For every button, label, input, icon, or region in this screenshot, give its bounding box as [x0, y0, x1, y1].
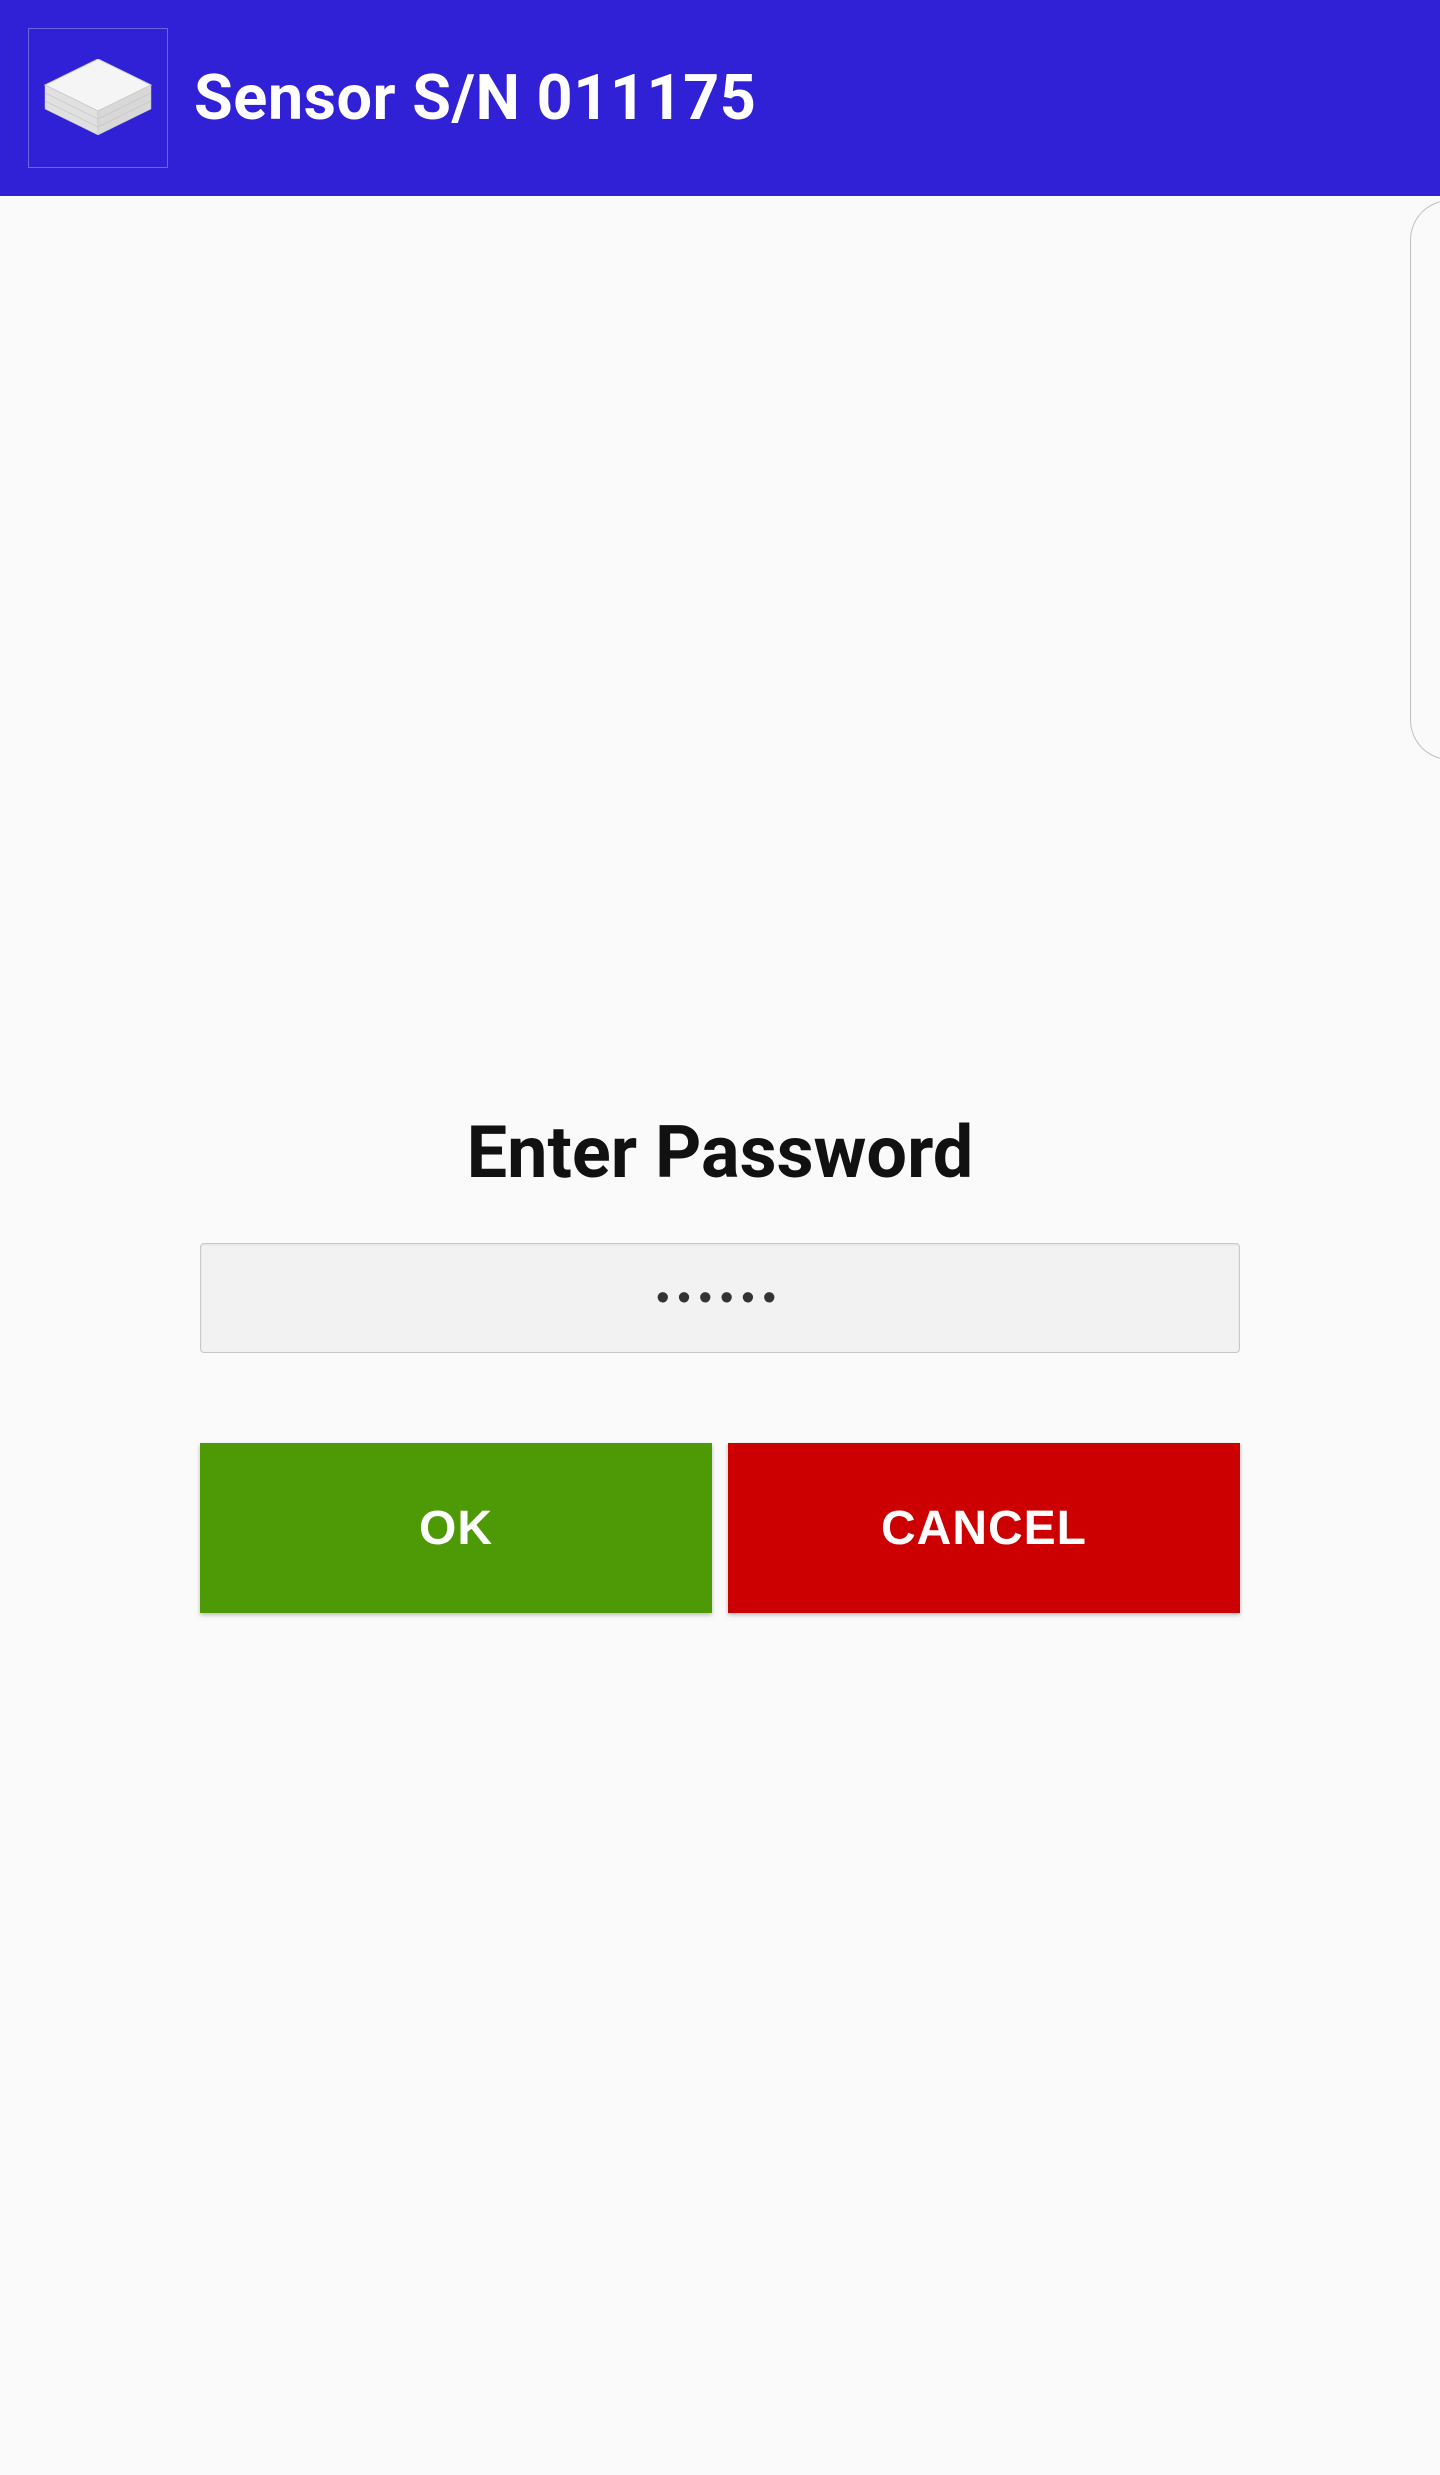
password-prompt-label: Enter Password [467, 1110, 974, 1195]
page-title: Sensor S/N 011175 [194, 62, 756, 135]
cancel-button[interactable]: CANCEL [728, 1443, 1240, 1613]
ok-button[interactable]: OK [200, 1443, 712, 1613]
password-input[interactable] [200, 1243, 1240, 1353]
dialog-button-row: OK CANCEL [200, 1443, 1240, 1613]
side-handle [1410, 200, 1440, 760]
app-header: Sensor S/N 011175 [0, 0, 1440, 196]
password-input-wrapper [200, 1243, 1240, 1353]
password-dialog: Enter Password OK CANCEL [0, 1110, 1440, 1613]
sensor-device-icon [28, 28, 168, 168]
